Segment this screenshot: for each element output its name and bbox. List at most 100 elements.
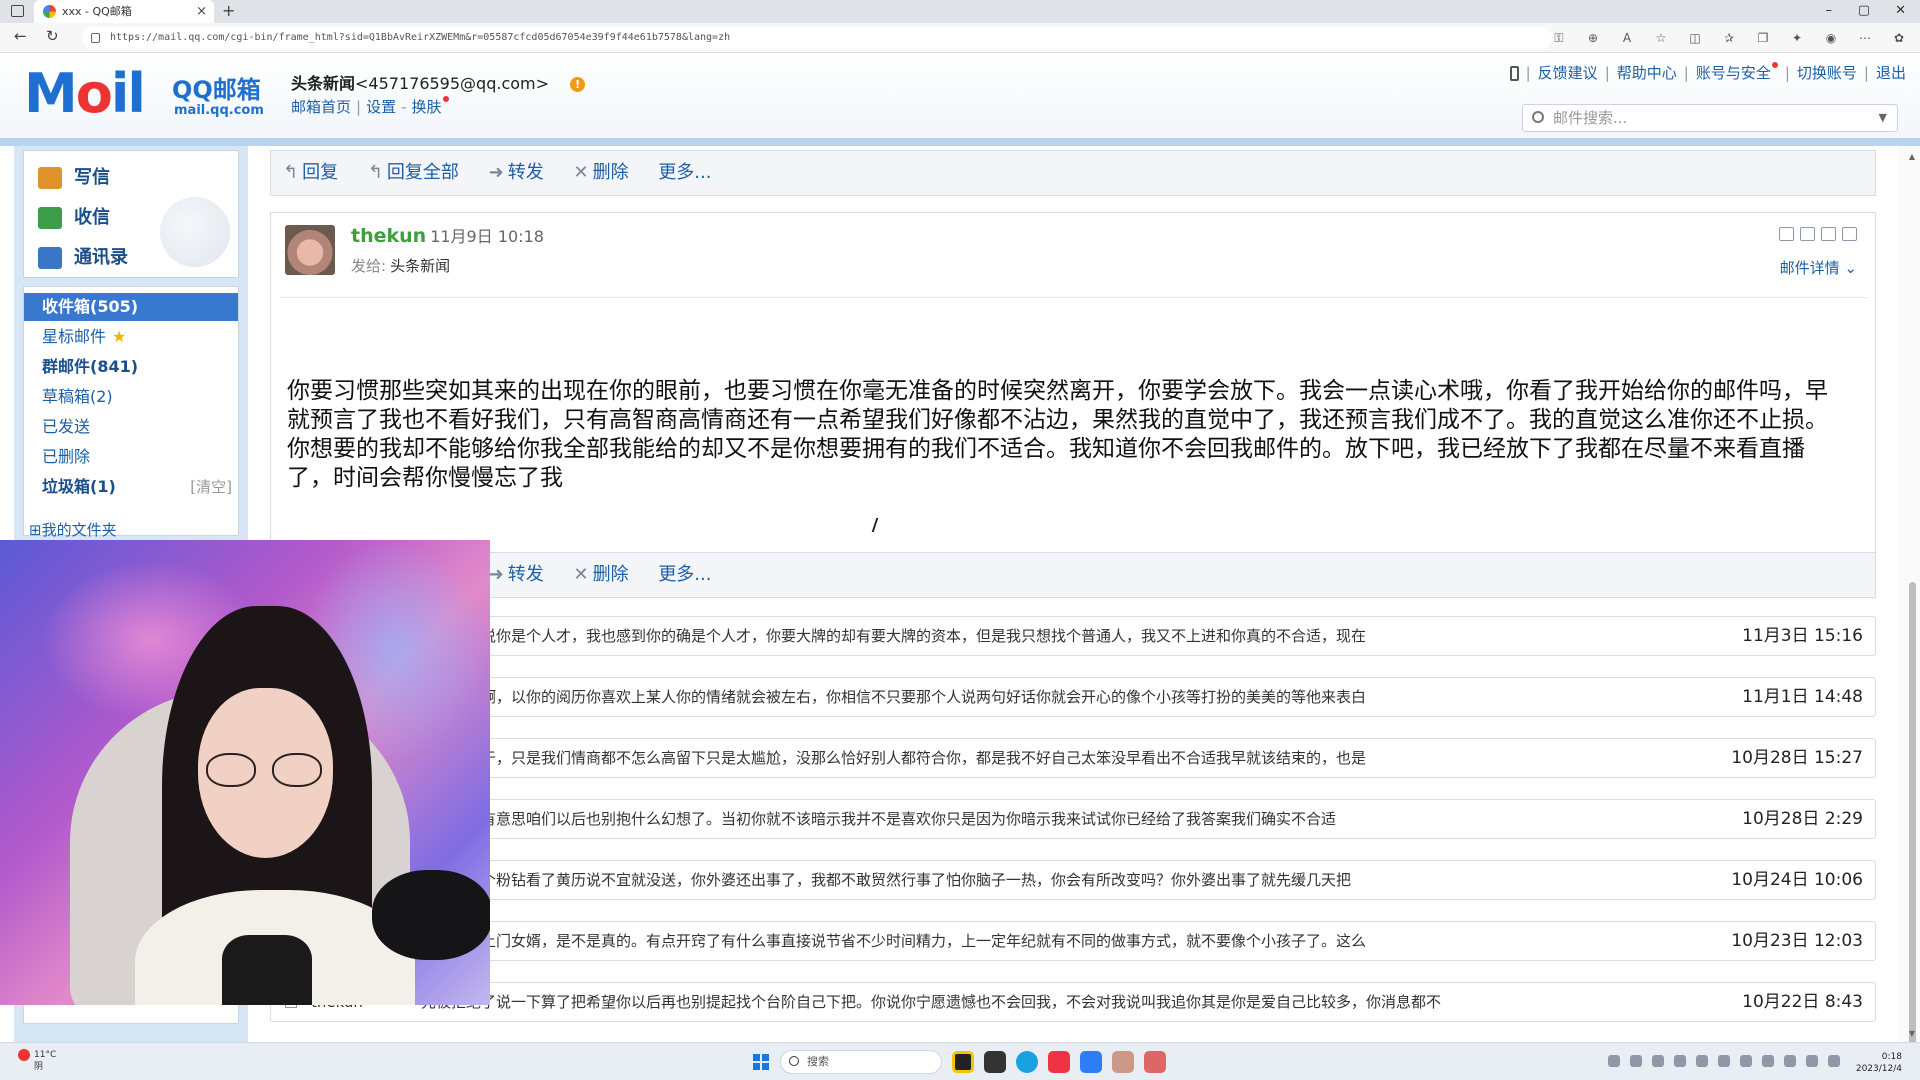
view-icon[interactable]	[1800, 227, 1815, 241]
read-aloud-icon[interactable]: A	[1618, 31, 1636, 46]
thread-row[interactable]: 你的领导说你是个人才，我也感到你的确是个人才，你要大牌的却有要大牌的资本，但是我…	[270, 616, 1876, 656]
app-icon[interactable]	[984, 1051, 1006, 1073]
app-icon[interactable]	[1048, 1051, 1070, 1073]
back-button[interactable]: ←	[14, 27, 27, 45]
more-icon[interactable]: ⋯	[1856, 31, 1874, 46]
tray-icon[interactable]	[1652, 1055, 1664, 1067]
reload-button[interactable]: ↻	[46, 27, 59, 45]
receive-button[interactable]: 收信	[38, 203, 110, 229]
tray-icon[interactable]	[1762, 1055, 1774, 1067]
clear-spam-link[interactable]: [清空]	[190, 473, 232, 501]
new-window-icon[interactable]	[1779, 227, 1794, 241]
folder-drafts[interactable]: 草稿箱(2)	[24, 383, 238, 411]
folder-spam[interactable]: 垃圾箱(1) [清空]	[24, 473, 238, 501]
app-icon[interactable]	[1112, 1051, 1134, 1073]
reply-button[interactable]: ↰ 回复	[283, 162, 338, 183]
app-icon[interactable]	[952, 1051, 974, 1073]
thread-row[interactable]: 了也不至于，只是我们情商都不怎么高留下只是太尴尬，没那么恰好别人都符合你，都是我…	[270, 738, 1876, 778]
app-icon[interactable]	[1144, 1051, 1166, 1073]
mail-reader: ↰ 回复 ↰ 回复全部 ➜ 转发 ✕ 删除 更多... thekun 11月9日 10:1…	[248, 146, 1898, 1042]
maximize-button[interactable]: ▢	[1858, 0, 1870, 22]
forward-button-bottom[interactable]: ➜ 转发	[489, 564, 544, 585]
weather-widget[interactable]: 11°C 阴	[18, 1049, 56, 1073]
mail-search-input[interactable]: 邮件搜索... ▼	[1522, 104, 1898, 132]
mail-home-link[interactable]: 邮箱首页	[291, 98, 351, 116]
skin-link[interactable]: 换肤	[412, 98, 442, 116]
mail-details-link[interactable]: 邮件详情 ⌄	[1780, 257, 1857, 278]
close-window-button[interactable]: ✕	[1895, 0, 1906, 22]
print-icon[interactable]	[1842, 227, 1857, 241]
forward-button[interactable]: ➜ 转发	[489, 162, 544, 183]
reply-all-button[interactable]: ↰ 回复全部	[368, 162, 459, 183]
minimize-button[interactable]: –	[1826, 0, 1833, 22]
delete-button[interactable]: ✕ 删除	[573, 162, 628, 183]
more-button-bottom[interactable]: 更多...	[658, 564, 711, 585]
taskbar-search[interactable]: 搜索	[780, 1050, 942, 1074]
folder-starred[interactable]: 星标邮件 ★	[24, 323, 238, 351]
close-tab-icon[interactable]: ×	[196, 0, 207, 23]
tray-icon[interactable]	[1740, 1055, 1752, 1067]
split-icon[interactable]: ◫	[1686, 31, 1704, 46]
tray-icon[interactable]	[1718, 1055, 1730, 1067]
contacts-button[interactable]: 通讯录	[38, 243, 128, 269]
more-button[interactable]: 更多...	[658, 162, 711, 183]
account-info: 头条新闻<457176595@qq.com> !	[291, 70, 586, 94]
switch-account-link[interactable]: 切换账号	[1797, 64, 1857, 82]
qq-mail-logo[interactable]: Moil QQ邮箱 mail.qq.com	[24, 62, 274, 126]
security-link[interactable]: 账号与安全	[1696, 64, 1771, 82]
vertical-scrollbar[interactable]: ▲ ▼	[1898, 146, 1920, 1080]
thread-row[interactable]: 这样也没有意思咱们以后也别抱什么幻想了。当初你就不该暗示我并不是喜欢你只是因为你…	[270, 799, 1876, 839]
folder-group[interactable]: 群邮件(841)	[24, 353, 238, 381]
app-icon[interactable]	[1080, 1051, 1102, 1073]
tray-icon[interactable]	[1630, 1055, 1642, 1067]
thread-row[interactable]: 昨天想送个粉钻看了黄历说不宜就没送，你外婆还出事了，我都不敢贸然行事了怕你脑子一…	[270, 860, 1876, 900]
recipient-name[interactable]: 头条新闻	[390, 257, 450, 275]
scrollbar-thumb[interactable]	[1909, 582, 1916, 1080]
system-clock[interactable]: 0:18 2023/12/4	[1856, 1051, 1902, 1075]
scroll-up-icon[interactable]: ▲	[1909, 152, 1915, 161]
phone-icon[interactable]	[1509, 66, 1519, 81]
thread-row[interactable]: thekun先被拒绝了说一下算了把希望你以后再也别提起找个台阶自己下把。你说你宁…	[270, 982, 1876, 1022]
feedback-link[interactable]: 反馈建议	[1538, 64, 1598, 82]
sender-avatar[interactable]	[285, 225, 335, 275]
favorite-icon[interactable]: ☆	[1652, 31, 1670, 46]
tray-icon[interactable]	[1608, 1055, 1620, 1067]
thread-row[interactable]: 你不对劲啊，以你的阅历你喜欢上某人你的情绪就会被左右，你相信不只要那个人说两句好…	[270, 677, 1876, 717]
browser-tab[interactable]: xxx - QQ邮箱 ×	[34, 0, 214, 23]
thread-date: 11月3日 15:16	[1742, 626, 1863, 646]
tray-icon[interactable]	[1674, 1055, 1686, 1067]
logout-link[interactable]: 退出	[1876, 64, 1906, 82]
settings-link[interactable]: 设置	[366, 98, 396, 116]
folder-sent[interactable]: 已发送	[24, 413, 238, 441]
folder-deleted[interactable]: 已删除	[24, 443, 238, 471]
tray-icon[interactable]	[1828, 1055, 1840, 1067]
profile-icon[interactable]: ◉	[1822, 31, 1840, 46]
warning-icon[interactable]: !	[570, 77, 586, 92]
help-link[interactable]: 帮助中心	[1617, 64, 1677, 82]
key-icon[interactable]: ⚿	[1550, 31, 1568, 46]
compose-button[interactable]: 写信	[38, 163, 110, 189]
archive-icon[interactable]	[1821, 227, 1836, 241]
extensions-icon[interactable]: ✦	[1788, 31, 1806, 46]
tab-actions-icon[interactable]	[11, 5, 24, 17]
my-folders-toggle[interactable]: ⊞我的文件夹	[23, 518, 239, 542]
collections-icon[interactable]: ❐	[1754, 31, 1772, 46]
scroll-down-icon[interactable]: ▼	[1909, 1029, 1915, 1038]
sender-name[interactable]: thekun	[351, 225, 426, 247]
new-tab-button[interactable]: +	[222, 0, 235, 22]
account-name: 头条新闻	[291, 74, 356, 93]
thread-row[interactable]: 想让我做上门女婿，是不是真的。有点开窍了有什么事直接说节省不少时间精力，上一定年…	[270, 921, 1876, 961]
edge-icon[interactable]	[1016, 1051, 1038, 1073]
start-button[interactable]	[753, 1054, 769, 1070]
url-field[interactable]: https://mail.qq.com/cgi-bin/frame_html?s…	[82, 27, 1552, 49]
tray-icon[interactable]	[1806, 1055, 1818, 1067]
folder-inbox[interactable]: 收件箱(505)	[24, 293, 238, 321]
tray-icon[interactable]	[1696, 1055, 1708, 1067]
search-dropdown-icon[interactable]: ▼	[1879, 105, 1887, 131]
copilot-icon[interactable]: ✿	[1890, 31, 1908, 46]
logo-brand: QQ邮箱	[172, 76, 261, 104]
delete-button-bottom[interactable]: ✕ 删除	[573, 564, 628, 585]
favorites-icon[interactable]: ✰	[1720, 31, 1738, 46]
tray-icon[interactable]	[1784, 1055, 1796, 1067]
zoom-icon[interactable]: ⊕	[1584, 31, 1602, 46]
